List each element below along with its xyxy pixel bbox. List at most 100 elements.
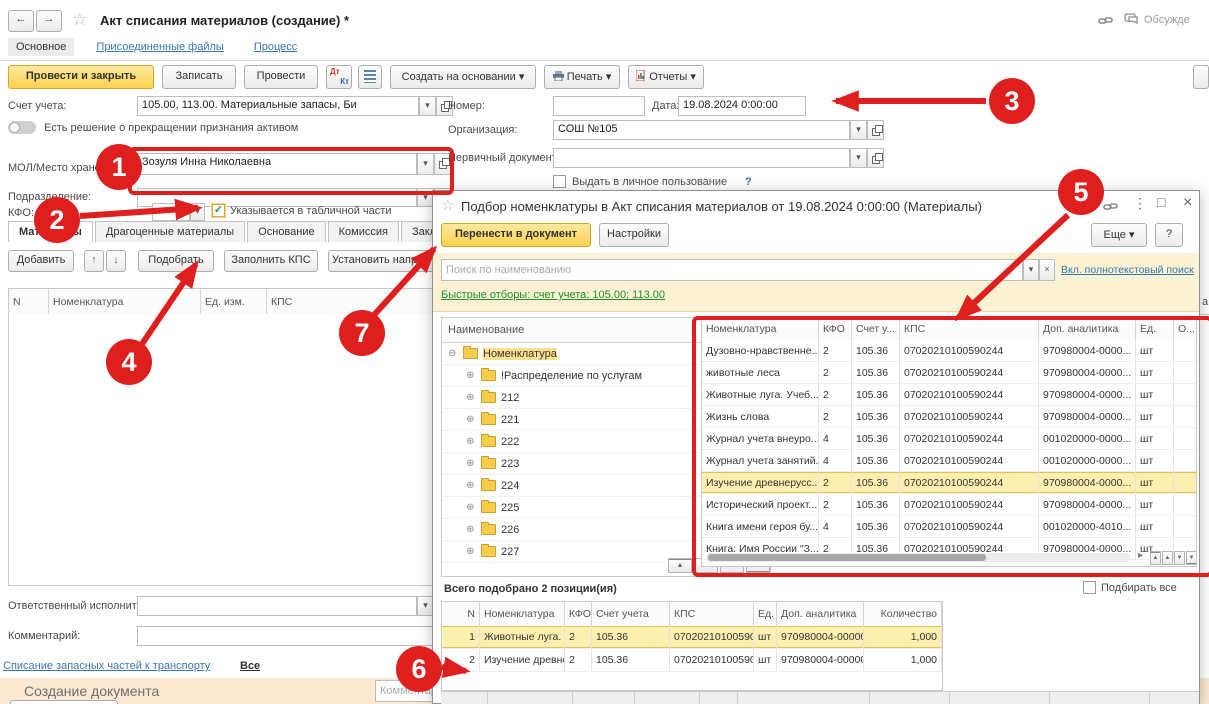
organization-field[interactable]: СОШ №105: [553, 120, 850, 140]
expand-icon[interactable]: ⊕: [466, 480, 478, 491]
move-up-button[interactable]: ↑: [84, 250, 104, 272]
picked-table-header-cell[interactable]: N: [442, 602, 480, 626]
account-dropdown-button[interactable]: ▾: [419, 96, 436, 116]
get-link-icon[interactable]: [1098, 13, 1113, 28]
items-table-header-cell[interactable]: Номенклатура: [702, 318, 819, 340]
items-table-row[interactable]: Жизнь слова 2 105.36 07020210100590244 9…: [702, 406, 1196, 428]
pick-items-button[interactable]: Подобрать: [138, 250, 214, 272]
picked-table-header-cell[interactable]: КФО: [565, 602, 592, 626]
picked-table-header-cell[interactable]: Счет учета: [592, 602, 670, 626]
personal-use-checkbox[interactable]: [553, 175, 566, 188]
items-go-up-button[interactable]: ▲: [1162, 551, 1173, 565]
more-button-partial[interactable]: [1193, 65, 1209, 89]
picked-table-header-cell[interactable]: Ед.: [754, 602, 777, 626]
doc-tab[interactable]: Материалы: [8, 221, 93, 242]
post-and-close-button[interactable]: Провести и закрыть: [8, 65, 154, 89]
doc-tab[interactable]: Драгоценные материалы: [95, 221, 245, 242]
write-button[interactable]: Записать: [162, 65, 236, 89]
date-field[interactable]: 19.08.2024 0:00:00: [678, 96, 806, 116]
items-table-header-cell[interactable]: Ед.: [1136, 318, 1174, 340]
picked-table-row[interactable]: 2 Изучение древнерус... 2 105.36 0702021…: [442, 649, 942, 672]
dialog-star-icon[interactable]: ☆: [441, 196, 454, 214]
items-table-header-cell[interactable]: КПС: [900, 318, 1039, 340]
items-table-row[interactable]: Журнал учета занятий... 4 105.36 0702021…: [702, 450, 1196, 472]
mol-field[interactable]: Зозуля Инна Николаевна: [137, 153, 417, 175]
post-button[interactable]: Провести: [244, 65, 318, 89]
expand-icon[interactable]: ⊕: [466, 546, 478, 557]
items-table-header-cell[interactable]: Доп. аналитика: [1039, 318, 1136, 340]
doc-tab[interactable]: Комиссия: [328, 221, 399, 242]
dialog-link-icon[interactable]: [1103, 199, 1118, 214]
organization-dropdown-button[interactable]: ▾: [850, 120, 867, 140]
document-structure-button[interactable]: [358, 65, 382, 89]
forward-button[interactable]: →: [36, 10, 62, 32]
reports-button[interactable]: Отчеты ▾: [628, 65, 704, 89]
search-dropdown-button[interactable]: ▾: [1023, 259, 1039, 281]
items-table-header-cell[interactable]: О...: [1174, 318, 1197, 340]
create-based-on-button[interactable]: Создать на основании ▾: [390, 65, 536, 89]
personal-use-help-icon[interactable]: ?: [745, 176, 752, 188]
number-field[interactable]: [553, 96, 645, 116]
kfo-in-table-checkbox[interactable]: ✓: [212, 204, 225, 217]
doc-tab[interactable]: Основание: [247, 221, 325, 242]
items-table-header-cell[interactable]: КФО: [819, 318, 852, 340]
primary-doc-dropdown-button[interactable]: ▾: [850, 148, 867, 168]
expand-icon[interactable]: ⊖: [448, 348, 460, 359]
expand-icon[interactable]: ⊕: [466, 370, 478, 381]
items-go-bottom-button[interactable]: ▼: [1186, 551, 1197, 565]
primary-doc-open-button[interactable]: [867, 148, 884, 168]
items-table-header-cell[interactable]: Счет у...: [852, 318, 900, 340]
transfer-to-document-button[interactable]: Перенести в документ: [441, 223, 591, 247]
all-link[interactable]: Все: [240, 660, 260, 672]
doc-table-body[interactable]: [8, 314, 434, 586]
responsible-field[interactable]: [137, 596, 417, 616]
nav-tab[interactable]: Основное: [8, 38, 74, 56]
items-table-row[interactable]: Изучение древнерусс... 2 105.36 07020210…: [702, 472, 1196, 494]
pick-all-checkbox[interactable]: [1083, 581, 1096, 594]
organization-open-button[interactable]: [867, 120, 884, 140]
settings-button[interactable]: Настройки: [599, 223, 669, 247]
picked-table-row[interactable]: 1 Животные луга. Учеб... 2 105.36 070202…: [442, 626, 942, 649]
expand-icon[interactable]: ⊕: [466, 458, 478, 469]
dialog-more-button[interactable]: Еще ▾: [1091, 223, 1147, 247]
scroll-right-icon[interactable]: ▸: [1138, 550, 1143, 561]
items-hscrollbar-thumb[interactable]: [708, 554, 986, 561]
dt-kt-button[interactable]: ДтКт: [326, 65, 352, 89]
expand-icon[interactable]: ⊕: [466, 436, 478, 447]
picked-table-header-cell[interactable]: Доп. аналитика: [777, 602, 864, 626]
kfo-dropdown-button[interactable]: ▾: [190, 203, 205, 221]
doc-table-header-cell[interactable]: Номенклатура: [49, 289, 201, 314]
primary-doc-field[interactable]: [553, 148, 850, 168]
items-table-row[interactable]: животные леса 2 105.36 07020210100590244…: [702, 362, 1196, 384]
dialog-maximize-icon[interactable]: □: [1157, 194, 1165, 210]
task-button-partial[interactable]: [10, 700, 118, 704]
tree-go-top-button[interactable]: ▲: [668, 558, 692, 573]
dialog-help-button[interactable]: ?: [1155, 223, 1183, 247]
back-button[interactable]: ←: [8, 10, 34, 32]
items-table-row[interactable]: Исторический проект.... 2 105.36 0702021…: [702, 494, 1196, 516]
expand-icon[interactable]: ⊕: [466, 414, 478, 425]
search-input[interactable]: [441, 259, 1023, 281]
favorite-star-icon[interactable]: ☆: [72, 10, 87, 30]
expand-icon[interactable]: ⊕: [466, 392, 478, 403]
dialog-close-icon[interactable]: ×: [1183, 194, 1192, 212]
move-down-button[interactable]: ↓: [106, 250, 126, 272]
search-clear-button[interactable]: ×: [1039, 259, 1055, 281]
add-row-button[interactable]: Добавить: [8, 250, 74, 272]
picked-table-header-cell[interactable]: Количество: [864, 602, 942, 626]
doc-table-header-cell[interactable]: Ед. изм.: [201, 289, 267, 314]
spare-parts-link[interactable]: Списание запасных частей к транспорту: [3, 660, 210, 672]
asset-recognition-toggle[interactable]: [8, 121, 36, 134]
picked-table-header-cell[interactable]: КПС: [670, 602, 754, 626]
comment-field[interactable]: [137, 626, 434, 646]
nav-tab[interactable]: Присоединенные файлы: [88, 38, 231, 56]
print-button[interactable]: Печать ▾: [544, 65, 620, 89]
doc-table-header-cell[interactable]: КПС: [267, 289, 434, 314]
items-table-row[interactable]: Животные луга. Учеб... 2 105.36 07020210…: [702, 384, 1196, 406]
items-table-row[interactable]: Книга имени героя бу... 4 105.36 0702021…: [702, 516, 1196, 538]
picked-table-header-cell[interactable]: Номенклатура: [480, 602, 565, 626]
dialog-menu-icon[interactable]: ⋮: [1133, 195, 1147, 212]
items-go-down-button[interactable]: ▼: [1174, 551, 1185, 565]
nav-tab[interactable]: Процесс: [246, 38, 305, 56]
quick-filters-link[interactable]: Быстрые отборы: счет учета: 105.00; 113.…: [441, 289, 665, 301]
